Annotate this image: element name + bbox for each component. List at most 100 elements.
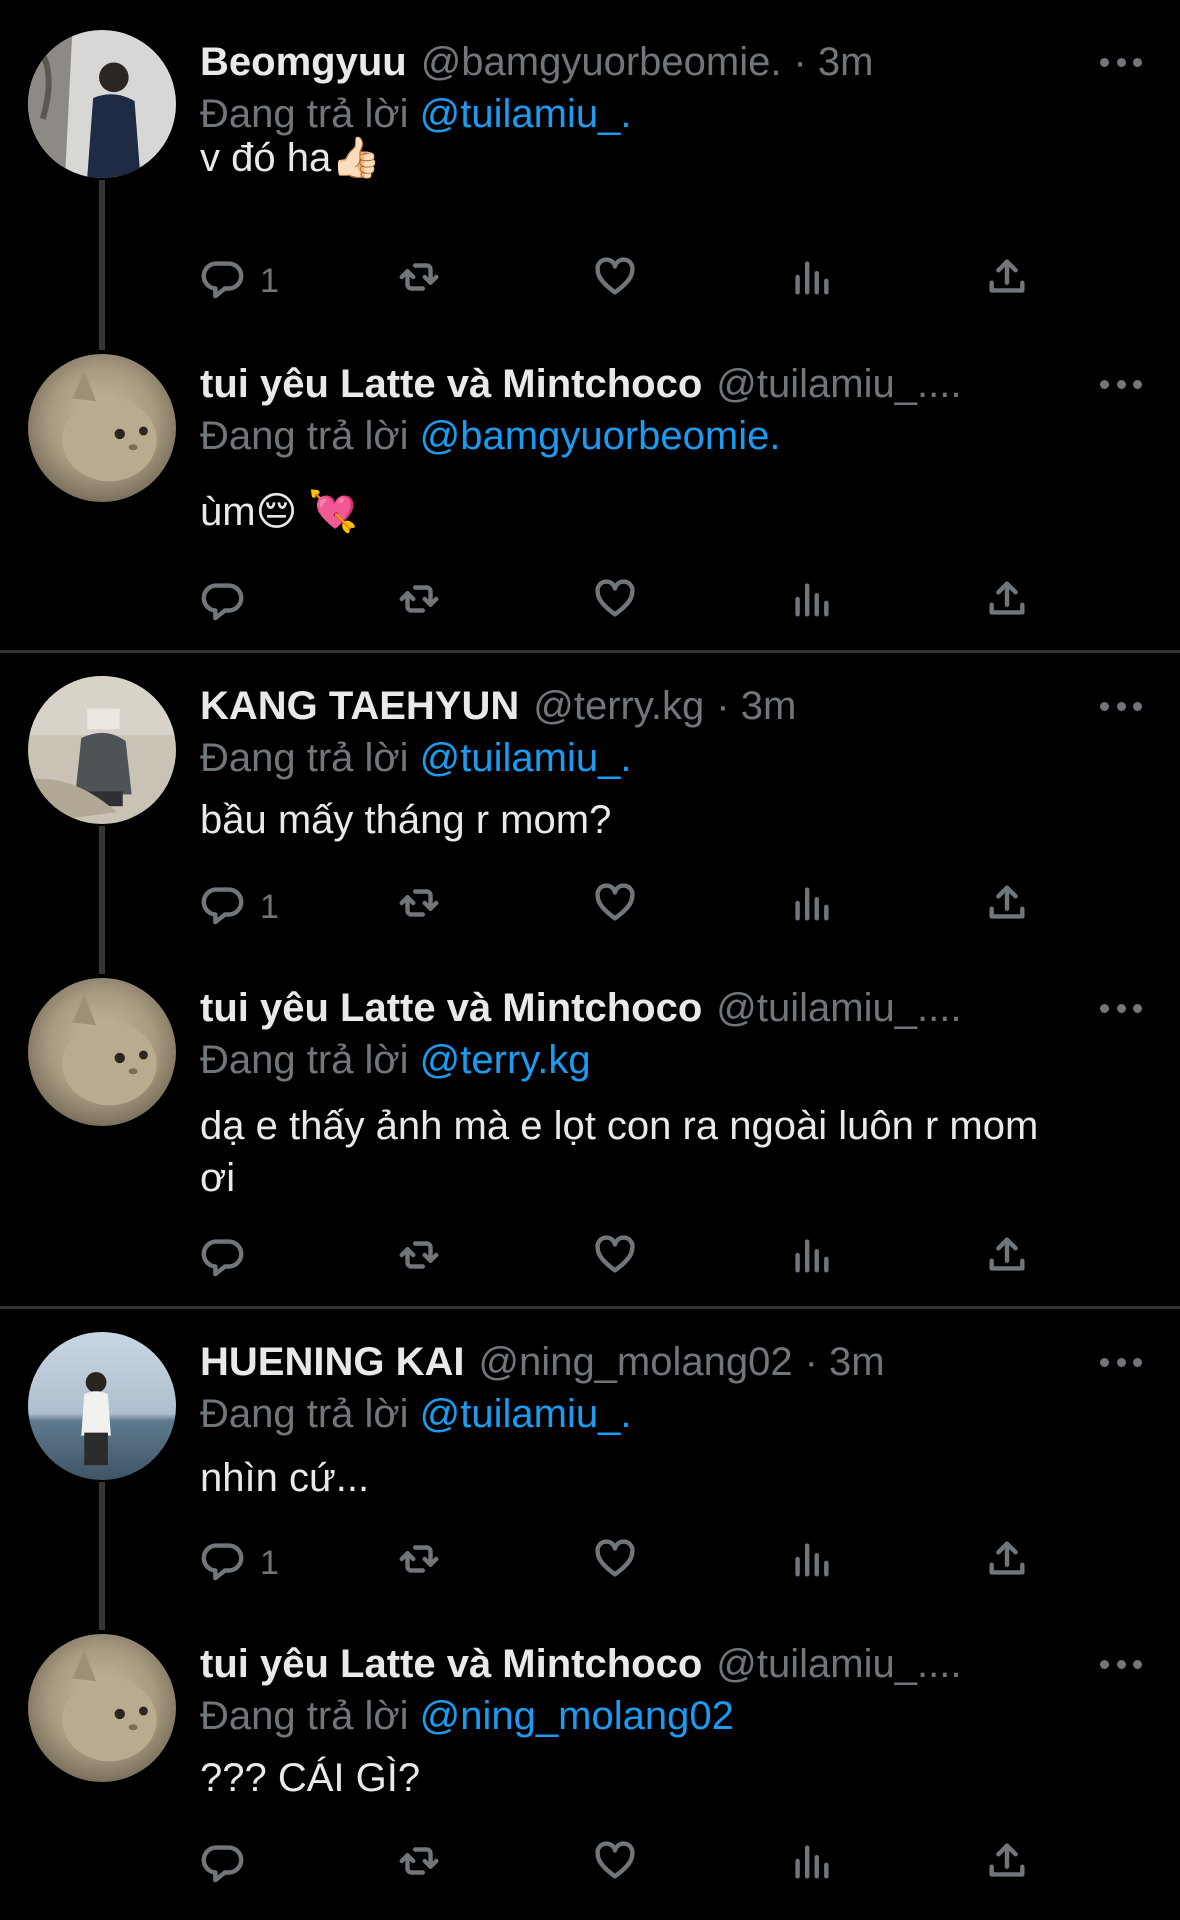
cat-avatar[interactable] (28, 978, 176, 1126)
display-name[interactable]: KANG TAEHYUN (200, 684, 519, 728)
reply-button[interactable] (200, 578, 246, 628)
like-icon (592, 254, 638, 309)
reply-button[interactable] (200, 1840, 246, 1890)
reply-button[interactable]: 1 (200, 1538, 279, 1588)
reply-button[interactable]: 1 (200, 882, 279, 932)
share-button[interactable] (984, 1234, 1030, 1284)
like-button[interactable] (592, 1538, 638, 1588)
replying-to-line: Đang trả lời @tuilamiu_. (200, 90, 631, 138)
display-name[interactable]: tui yêu Latte và Mintchoco (200, 986, 702, 1030)
views-icon (788, 880, 834, 935)
retweet-button[interactable] (396, 1840, 442, 1890)
more-options-icon[interactable] (1100, 696, 1142, 716)
like-button[interactable] (592, 578, 638, 628)
views-button[interactable] (788, 1840, 834, 1890)
share-button[interactable] (984, 1840, 1030, 1890)
display-name[interactable]: tui yêu Latte và Mintchoco (200, 1642, 702, 1686)
username-handle[interactable]: @tuilamiu_.... (716, 1642, 961, 1686)
like-icon (592, 880, 638, 935)
cat-avatar[interactable] (28, 354, 176, 502)
tweet-header: KANG TAEHYUN @terry.kg · 3m (200, 682, 1110, 730)
reply-icon (200, 1232, 246, 1287)
views-icon (788, 1838, 834, 1893)
share-button[interactable] (984, 882, 1030, 932)
reply-mention-link[interactable]: @tuilamiu_. (420, 1392, 632, 1436)
replying-to-line: Đang trả lời @ning_molang02 (200, 1692, 734, 1740)
retweet-icon (396, 254, 442, 309)
retweet-icon (396, 880, 442, 935)
display-name[interactable]: Beomgyuu (200, 40, 407, 84)
replying-to-line: Đang trả lời @bamgyuorbeomie. (200, 412, 780, 460)
like-icon (592, 1838, 638, 1893)
timestamp[interactable]: · 3m (716, 684, 796, 728)
retweet-button[interactable] (396, 882, 442, 932)
more-options-icon[interactable] (1100, 998, 1142, 1018)
replying-to-line: Đang trả lời @tuilamiu_. (200, 734, 631, 782)
timestamp[interactable]: · 3m (805, 1340, 885, 1384)
share-button[interactable] (984, 1538, 1030, 1588)
reply-mention-link[interactable]: @tuilamiu_. (420, 736, 632, 780)
reply-mention-link[interactable]: @tuilamiu_. (420, 92, 632, 136)
share-icon (984, 1232, 1030, 1287)
photo-person-mirror-avatar[interactable] (28, 676, 176, 824)
tweet-header: Beomgyuu @bamgyuorbeomie. · 3m (200, 38, 1110, 86)
display-name[interactable]: HUENING KAI (200, 1340, 464, 1384)
display-name[interactable]: tui yêu Latte và Mintchoco (200, 362, 702, 406)
tweet-text: v đó ha👍🏻 (200, 136, 382, 180)
views-button[interactable] (788, 578, 834, 628)
username-handle[interactable]: @tuilamiu_.... (716, 986, 961, 1030)
cat-avatar[interactable] (28, 1634, 176, 1782)
share-button[interactable] (984, 578, 1030, 628)
more-options-icon[interactable] (1100, 52, 1142, 72)
tweet-actions: 1 (200, 1538, 1060, 1588)
retweet-icon (396, 1838, 442, 1893)
retweet-icon (396, 1232, 442, 1287)
replying-to-label: Đang trả lời (200, 414, 409, 458)
reply-button[interactable] (200, 1234, 246, 1284)
replying-to-label: Đang trả lời (200, 1694, 409, 1738)
tweet-actions: 1 (200, 256, 1060, 306)
replying-to-label: Đang trả lời (200, 92, 409, 136)
like-button[interactable] (592, 1840, 638, 1890)
like-button[interactable] (592, 882, 638, 932)
replying-to-label: Đang trả lời (200, 1392, 409, 1436)
tweet-header: HUENING KAI @ning_molang02 · 3m (200, 1338, 1110, 1386)
share-icon (984, 880, 1030, 935)
share-icon (984, 1838, 1030, 1893)
share-button[interactable] (984, 256, 1030, 306)
tweet-header: tui yêu Latte và Mintchoco @tuilamiu_.... (200, 360, 1110, 408)
retweet-button[interactable] (396, 1234, 442, 1284)
views-button[interactable] (788, 256, 834, 306)
retweet-button[interactable] (396, 256, 442, 306)
views-button[interactable] (788, 882, 834, 932)
reply-icon (200, 254, 246, 309)
views-button[interactable] (788, 1234, 834, 1284)
username-handle[interactable]: @ning_molang02 (478, 1340, 792, 1384)
reply-mention-link[interactable]: @terry.kg (420, 1038, 591, 1082)
reply-button[interactable]: 1 (200, 256, 279, 306)
like-button[interactable] (592, 256, 638, 306)
tweet-text: nhìn cứ... (200, 1456, 370, 1500)
reply-mention-link[interactable]: @ning_molang02 (420, 1694, 734, 1738)
retweet-button[interactable] (396, 1538, 442, 1588)
more-options-icon[interactable] (1100, 1352, 1142, 1372)
tweet-actions (200, 1840, 1060, 1890)
photo-person-beach-avatar[interactable] (28, 1332, 176, 1480)
tweet-header: tui yêu Latte và Mintchoco @tuilamiu_.... (200, 984, 1110, 1032)
tweet-text: dạ e thấy ảnh mà e lọt con ra ngoài luôn… (200, 1104, 1039, 1200)
username-handle[interactable]: @bamgyuorbeomie. (421, 40, 782, 84)
like-button[interactable] (592, 1234, 638, 1284)
like-icon (592, 576, 638, 631)
views-button[interactable] (788, 1538, 834, 1588)
timestamp[interactable]: · 3m (793, 40, 873, 84)
views-icon (788, 1232, 834, 1287)
username-handle[interactable]: @terry.kg (533, 684, 704, 728)
more-options-icon[interactable] (1100, 1654, 1142, 1674)
retweet-icon (396, 576, 442, 631)
more-options-icon[interactable] (1100, 374, 1142, 394)
tweet-text: bầu mấy tháng r mom? (200, 798, 612, 842)
reply-mention-link[interactable]: @bamgyuorbeomie. (420, 414, 781, 458)
username-handle[interactable]: @tuilamiu_.... (716, 362, 961, 406)
photo-person-tree-avatar[interactable] (28, 30, 176, 178)
retweet-button[interactable] (396, 578, 442, 628)
